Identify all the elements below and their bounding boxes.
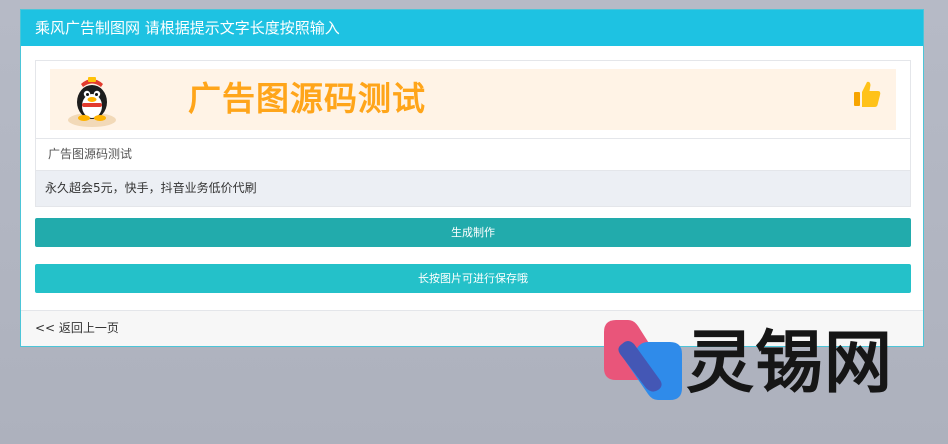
ad-preview: 广告图源码测试 广告图源码测试 永久超会5元，快手，抖音业务低价代刷 xyxy=(35,60,911,207)
watermark: 灵锡网 xyxy=(600,318,920,410)
qq-penguin-icon xyxy=(68,77,116,127)
lingxi-logo-icon xyxy=(604,320,682,400)
panel-body: 广告图源码测试 广告图源码测试 永久超会5元，快手，抖音业务低价代刷 生成制作 … xyxy=(21,46,923,293)
ad-maker-panel: 乘风广告制图网 请根据提示文字长度按照输入 广告图源码测试 广告图源码测试 永久… xyxy=(20,9,924,347)
banner-wrap: 广告图源码测试 xyxy=(36,61,910,139)
generate-button[interactable]: 生成制作 xyxy=(35,218,911,247)
banner-text: 广告图源码测试 xyxy=(188,79,426,118)
back-link[interactable]: << 返回上一页 xyxy=(35,321,119,335)
preview-caption: 广告图源码测试 xyxy=(36,139,910,171)
preview-subtitle: 永久超会5元，快手，抖音业务低价代刷 xyxy=(36,171,910,206)
ad-banner-image[interactable]: 广告图源码测试 xyxy=(50,69,896,130)
thumbs-up-icon xyxy=(854,81,881,107)
watermark-text: 灵锡网 xyxy=(686,324,894,403)
page-title: 乘风广告制图网 请根据提示文字长度按照输入 xyxy=(21,10,923,46)
save-hint-button[interactable]: 长按图片可进行保存哦 xyxy=(35,264,911,293)
